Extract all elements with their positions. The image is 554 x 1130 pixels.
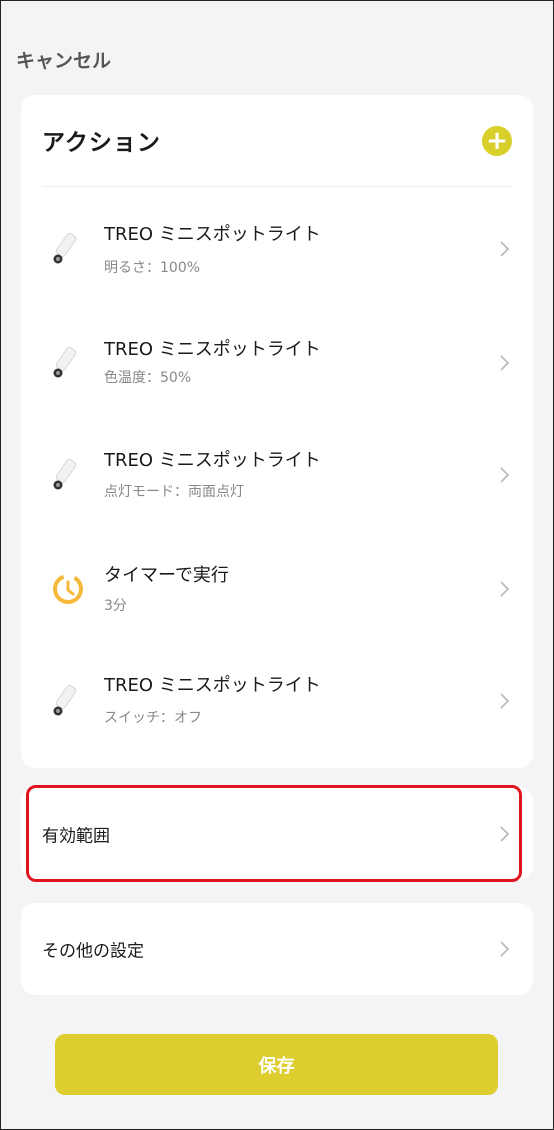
chevron-right-icon: [500, 941, 510, 957]
actions-title: アクション: [42, 130, 161, 156]
action-title: TREO ミニスポットライト: [104, 450, 321, 471]
divider: [42, 186, 512, 187]
action-row[interactable]: TREO ミニスポットライト 点灯モード：両面点灯: [21, 425, 533, 525]
chevron-right-icon: [500, 241, 510, 257]
action-subtitle: スイッチ：オフ: [104, 710, 202, 726]
scope-row[interactable]: 有効範囲: [21, 787, 533, 880]
action-row[interactable]: TREO ミニスポットライト スイッチ：オフ: [21, 651, 533, 751]
timer-icon: [53, 574, 83, 604]
plus-icon: +: [486, 126, 508, 156]
action-subtitle: 明るさ：100%: [104, 260, 201, 276]
spotlight-icon: [53, 684, 77, 716]
actions-card: アクション + TREO ミニスポットライト 明るさ：100% TREO ミニス…: [21, 95, 533, 768]
chevron-right-icon: [500, 581, 510, 597]
other-settings-row[interactable]: その他の設定: [21, 903, 533, 995]
chevron-right-icon: [500, 467, 510, 483]
spotlight-icon: [53, 232, 77, 264]
cancel-button[interactable]: キャンセル: [16, 46, 111, 73]
spotlight-icon: [53, 458, 77, 490]
chevron-right-icon: [500, 693, 510, 709]
action-subtitle: 点灯モード：両面点灯: [104, 484, 244, 500]
action-title: TREO ミニスポットライト: [104, 224, 321, 245]
action-title: タイマーで実行: [104, 565, 229, 586]
spotlight-icon: [53, 346, 77, 378]
action-row[interactable]: タイマーで実行 3分: [21, 539, 533, 639]
chevron-right-icon: [500, 825, 510, 842]
action-title: TREO ミニスポットライト: [104, 675, 321, 696]
action-subtitle: 3分: [104, 598, 127, 614]
action-title: TREO ミニスポットライト: [104, 339, 321, 360]
save-button[interactable]: 保存: [55, 1034, 498, 1095]
action-row[interactable]: TREO ミニスポットライト 明るさ：100%: [21, 199, 533, 299]
scope-label: 有効範囲: [42, 826, 110, 846]
other-settings-label: その他の設定: [42, 941, 144, 962]
action-row[interactable]: TREO ミニスポットライト 色温度：50%: [21, 313, 533, 413]
action-subtitle: 色温度：50%: [104, 370, 192, 386]
chevron-right-icon: [500, 355, 510, 371]
add-action-button[interactable]: +: [482, 126, 512, 156]
